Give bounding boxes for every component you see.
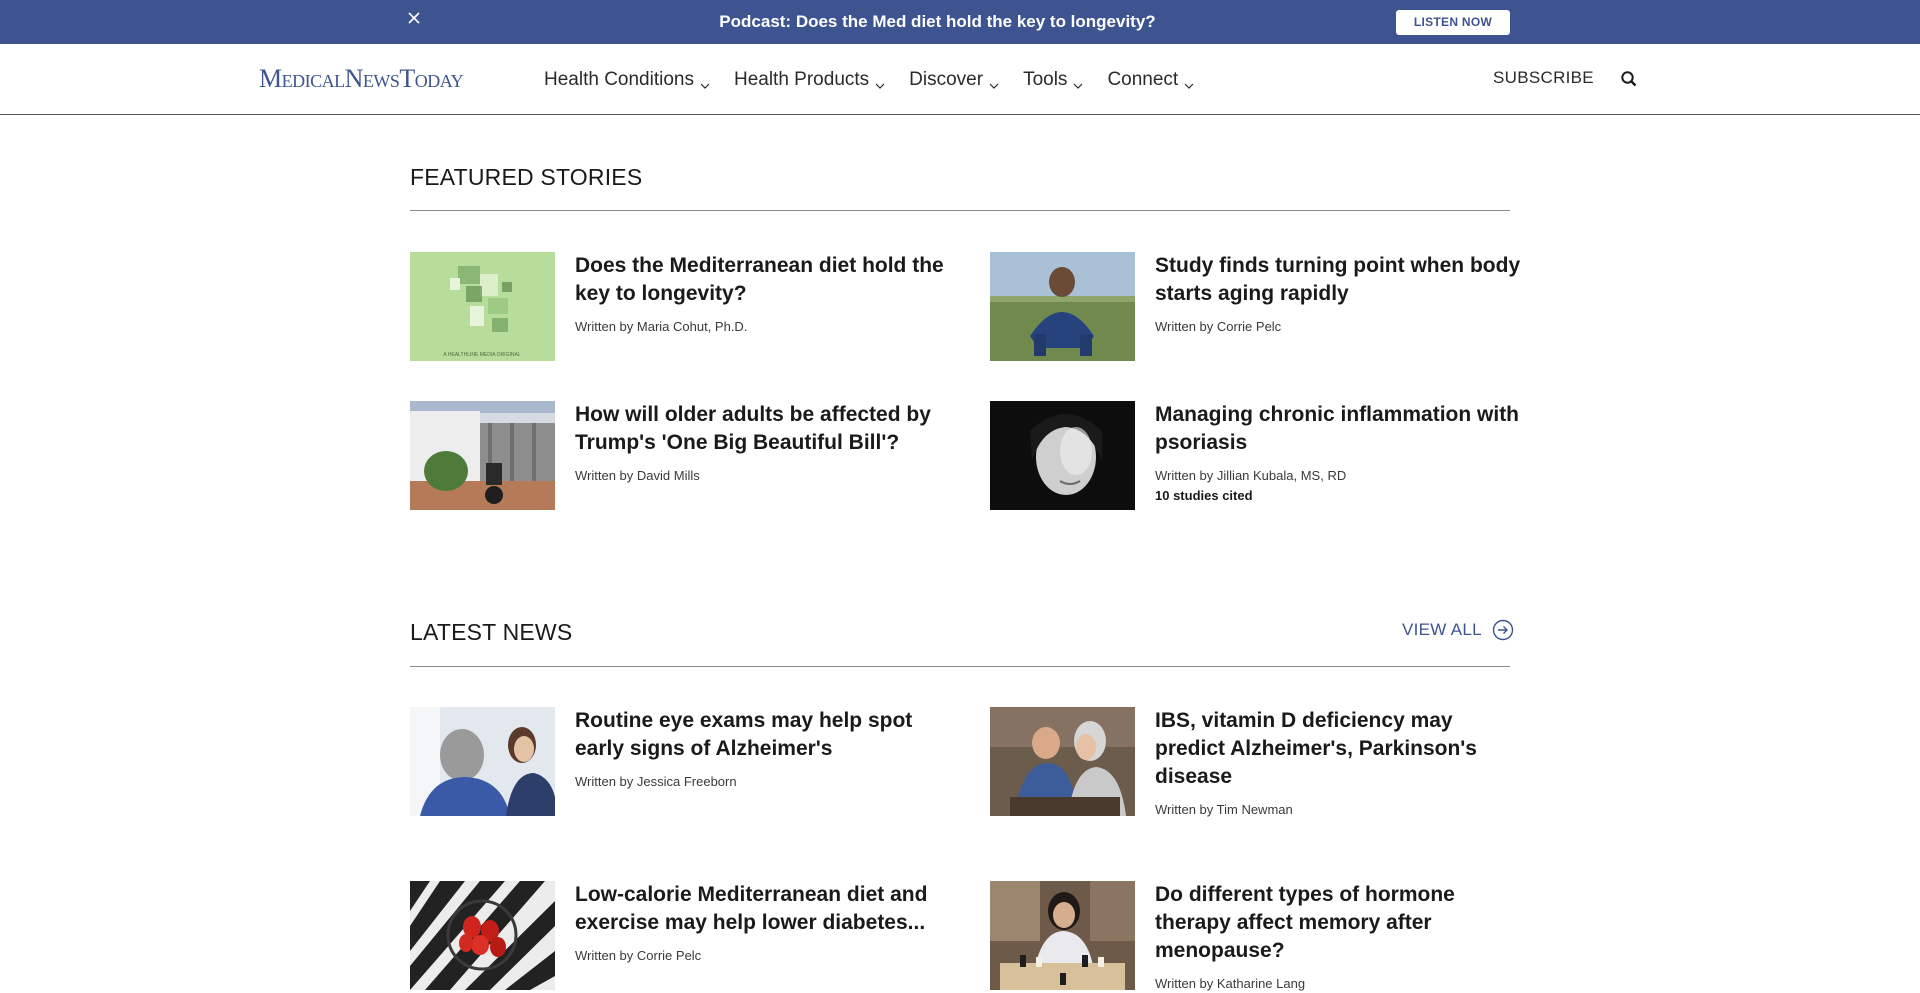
nav-item-tools[interactable]: Tools <box>1023 69 1083 91</box>
story-author: Written by Jillian Kubala, MS, RD <box>1155 468 1347 483</box>
chevron-down-icon <box>700 75 710 89</box>
story-author: Written by Maria Cohut, Ph.D. <box>575 319 748 334</box>
section-divider <box>410 210 1510 211</box>
chevron-down-icon <box>1073 75 1083 89</box>
nav-item-connect[interactable]: Connect <box>1107 69 1194 91</box>
banner-text[interactable]: Podcast: Does the Med diet hold the key … <box>0 0 1875 44</box>
story-title[interactable]: Managing chronic inflammation with psori… <box>1155 401 1525 457</box>
elderly-couple-image[interactable] <box>990 707 1135 816</box>
chess-image[interactable] <box>990 881 1135 990</box>
nav-item-label: Tools <box>1023 68 1068 90</box>
promo-banner: Podcast: Does the Med diet hold the key … <box>0 0 1920 44</box>
nav-item-label: Discover <box>909 68 984 90</box>
story-card: Low-calorie Mediterranean diet and exerc… <box>410 881 930 991</box>
story-title[interactable]: Routine eye exams may help spot early si… <box>575 707 945 763</box>
featured-stories-heading: FEATURED STORIES <box>410 164 643 190</box>
story-title[interactable]: Does the Mediterranean diet hold the key… <box>575 252 945 308</box>
nav-item-discover[interactable]: Discover <box>909 69 999 91</box>
wheelchair-image[interactable] <box>410 401 555 510</box>
story-title[interactable]: Low-calorie Mediterranean diet and exerc… <box>575 881 945 937</box>
story-card: Study finds turning point when body star… <box>990 252 1520 362</box>
subscribe-link[interactable]: SUBSCRIBE <box>1493 68 1594 88</box>
story-author: Written by Corrie Pelc <box>1155 319 1282 334</box>
podcast-art-image[interactable]: A HEALTHLINE MEDIA ORIGINAL <box>410 252 555 361</box>
story-card: Routine eye exams may help spot early si… <box>410 707 930 817</box>
studies-cited: 10 studies cited <box>1155 488 1253 503</box>
strawberries-image[interactable] <box>410 881 555 990</box>
chevron-down-icon <box>989 75 999 89</box>
section-divider <box>410 666 1510 667</box>
nav-item-health-products[interactable]: Health Products <box>734 69 885 91</box>
story-author: Written by Tim Newman <box>1155 802 1293 817</box>
story-author: Written by Corrie Pelc <box>575 948 702 963</box>
story-author: Written by Katharine Lang <box>1155 976 1306 991</box>
nav-item-label: Health Conditions <box>544 68 694 90</box>
story-card: Do different types of hormone therapy af… <box>990 881 1510 991</box>
story-author: Written by David Mills <box>575 468 700 483</box>
story-card: IBS, vitamin D deficiency may predict Al… <box>990 707 1510 817</box>
story-title[interactable]: Study finds turning point when body star… <box>1155 252 1525 308</box>
view-all-label: VIEW ALL <box>1402 620 1482 639</box>
latest-news-heading: LATEST NEWS <box>410 619 573 645</box>
nav-item-health-conditions[interactable]: Health Conditions <box>544 69 710 91</box>
story-author: Written by Jessica Freeborn <box>575 774 737 789</box>
chevron-down-icon <box>1184 75 1194 89</box>
story-title[interactable]: IBS, vitamin D deficiency may predict Al… <box>1155 707 1525 791</box>
story-card: A HEALTHLINE MEDIA ORIGINAL Does the Med… <box>410 252 944 362</box>
eye-exam-image[interactable] <box>410 707 555 816</box>
listen-now-button[interactable]: LISTEN NOW <box>1396 10 1510 35</box>
runner-image[interactable] <box>990 252 1135 361</box>
chevron-down-icon <box>875 75 885 89</box>
nav-item-label: Health Products <box>733 68 870 90</box>
story-card: Managing chronic inflammation with psori… <box>990 401 1519 511</box>
story-title[interactable]: Do different types of hormone therapy af… <box>1155 881 1525 965</box>
image-caption: A HEALTHLINE MEDIA ORIGINAL <box>443 352 520 358</box>
arrow-circle-icon <box>1492 619 1514 641</box>
story-card: How will older adults be affected by Tru… <box>410 401 931 511</box>
view-all-link[interactable]: VIEW ALL <box>1402 619 1514 641</box>
search-icon[interactable] <box>1619 69 1639 89</box>
nav-menu: Health Conditions Health Products Discov… <box>544 44 1218 115</box>
main-nav: MedicalNewsToday Health Conditions Healt… <box>0 44 1920 115</box>
story-title[interactable]: How will older adults be affected by Tru… <box>575 401 945 457</box>
nav-item-label: Connect <box>1107 68 1179 90</box>
portrait-image[interactable] <box>990 401 1135 510</box>
site-logo[interactable]: MedicalNewsToday <box>259 64 464 96</box>
